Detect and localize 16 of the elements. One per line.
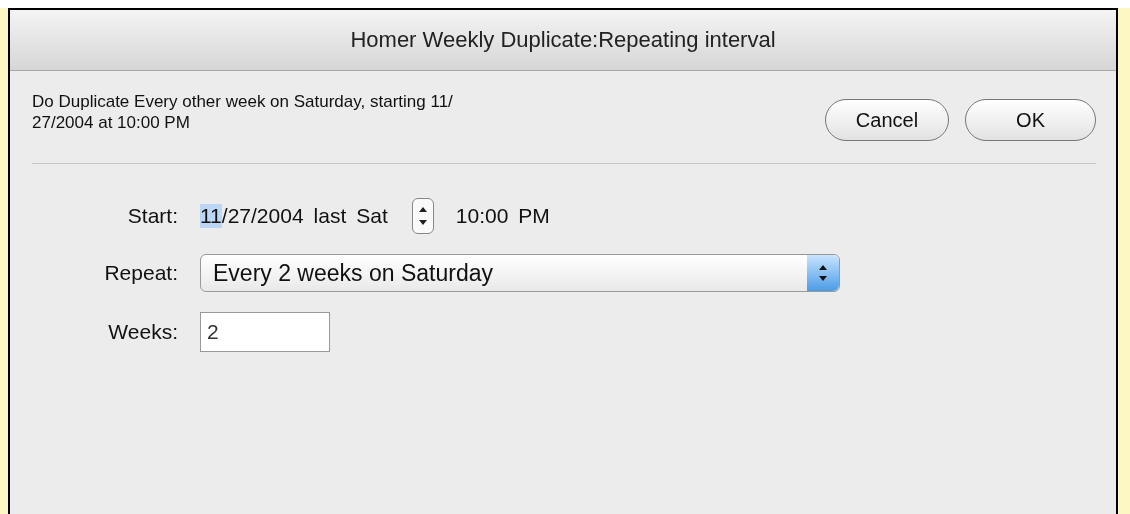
time-text[interactable]: 10:00 — [455, 204, 509, 228]
cancel-button[interactable]: Cancel — [824, 99, 950, 141]
weeks-label: Weeks: — [108, 320, 179, 344]
ampm-text[interactable]: PM — [518, 204, 550, 228]
date-segment[interactable]: 11 — [200, 204, 222, 228]
relative-text: last — [313, 204, 347, 228]
date-segment[interactable]: /27/2004 — [221, 204, 304, 228]
ok-button[interactable]: OK — [965, 99, 1096, 141]
weeks-field[interactable]: 2 — [200, 312, 330, 352]
stepper[interactable] — [411, 198, 434, 234]
repeat-label: Repeat: — [104, 261, 179, 285]
window-title: Homer Weekly Duplicate:Repeating interval — [350, 27, 776, 53]
weekday-text: Sat — [356, 204, 388, 228]
description-text: Do Duplicate Every other week on Saturday, starting 11/ 27/2004 at 10:00 PM — [32, 91, 453, 133]
start-label: Start: — [127, 204, 179, 228]
repeat-dropdown[interactable]: Every 2 weeks on Saturday — [200, 254, 840, 292]
